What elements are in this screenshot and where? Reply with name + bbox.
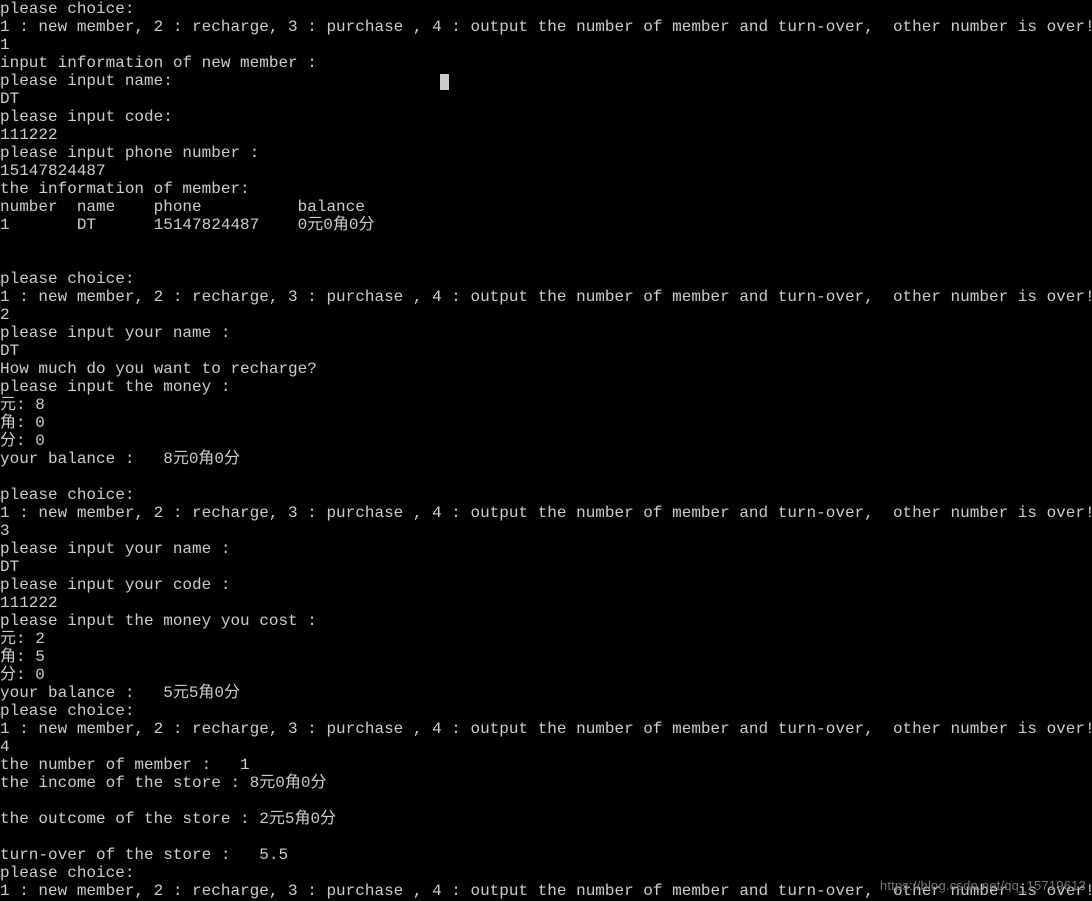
terminal-line: please choice:: [0, 0, 1092, 18]
terminal-line: 111222: [0, 594, 1092, 612]
terminal-line: please input your name :: [0, 324, 1092, 342]
terminal-line: 分: 0: [0, 666, 1092, 684]
text-cursor: [440, 74, 449, 90]
terminal-line: 2: [0, 306, 1092, 324]
terminal-line: the outcome of the store : 2元5角0分: [0, 810, 1092, 828]
terminal-line: [0, 252, 1092, 270]
terminal-line: the information of member:: [0, 180, 1092, 198]
terminal-line: 元: 2: [0, 630, 1092, 648]
terminal-output[interactable]: please choice:1 : new member, 2 : rechar…: [0, 0, 1092, 900]
terminal-line: [0, 792, 1092, 810]
terminal-line: [0, 468, 1092, 486]
terminal-line: please input the money :: [0, 378, 1092, 396]
terminal-line: please input code:: [0, 108, 1092, 126]
terminal-line: 4: [0, 738, 1092, 756]
terminal-line: 角: 5: [0, 648, 1092, 666]
terminal-line: number name phone balance: [0, 198, 1092, 216]
terminal-line: 111222: [0, 126, 1092, 144]
terminal-line: How much do you want to recharge?: [0, 360, 1092, 378]
terminal-line: DT: [0, 90, 1092, 108]
terminal-line: 1 : new member, 2 : recharge, 3 : purcha…: [0, 720, 1092, 738]
terminal-line: 角: 0: [0, 414, 1092, 432]
terminal-line: please input your code :: [0, 576, 1092, 594]
terminal-line: DT: [0, 342, 1092, 360]
terminal-line: the number of member : 1: [0, 756, 1092, 774]
terminal-line: 15147824487: [0, 162, 1092, 180]
terminal-line: please input name:: [0, 72, 1092, 90]
terminal-line: 元: 8: [0, 396, 1092, 414]
terminal-line: 3: [0, 522, 1092, 540]
terminal-line: the income of the store : 8元0角0分: [0, 774, 1092, 792]
terminal-line: 1 : new member, 2 : recharge, 3 : purcha…: [0, 504, 1092, 522]
watermark: https://blog.csdn.net/qq_15719613: [880, 877, 1086, 895]
terminal-line: please input your name :: [0, 540, 1092, 558]
terminal-line: please input phone number :: [0, 144, 1092, 162]
terminal-line: 1: [0, 36, 1092, 54]
terminal-line: please choice:: [0, 486, 1092, 504]
terminal-line: please choice:: [0, 270, 1092, 288]
terminal-line: your balance : 5元5角0分: [0, 684, 1092, 702]
terminal-line: turn-over of the store : 5.5: [0, 846, 1092, 864]
terminal-line: 分: 0: [0, 432, 1092, 450]
terminal-line: please choice:: [0, 702, 1092, 720]
terminal-line: DT: [0, 558, 1092, 576]
terminal-line: 1 : new member, 2 : recharge, 3 : purcha…: [0, 288, 1092, 306]
terminal-line: your balance : 8元0角0分: [0, 450, 1092, 468]
terminal-line: [0, 828, 1092, 846]
terminal-line: 1 DT 15147824487 0元0角0分: [0, 216, 1092, 234]
terminal-line: please input the money you cost :: [0, 612, 1092, 630]
terminal-line: [0, 234, 1092, 252]
terminal-line: input information of new member :: [0, 54, 1092, 72]
terminal-line: 1 : new member, 2 : recharge, 3 : purcha…: [0, 18, 1092, 36]
